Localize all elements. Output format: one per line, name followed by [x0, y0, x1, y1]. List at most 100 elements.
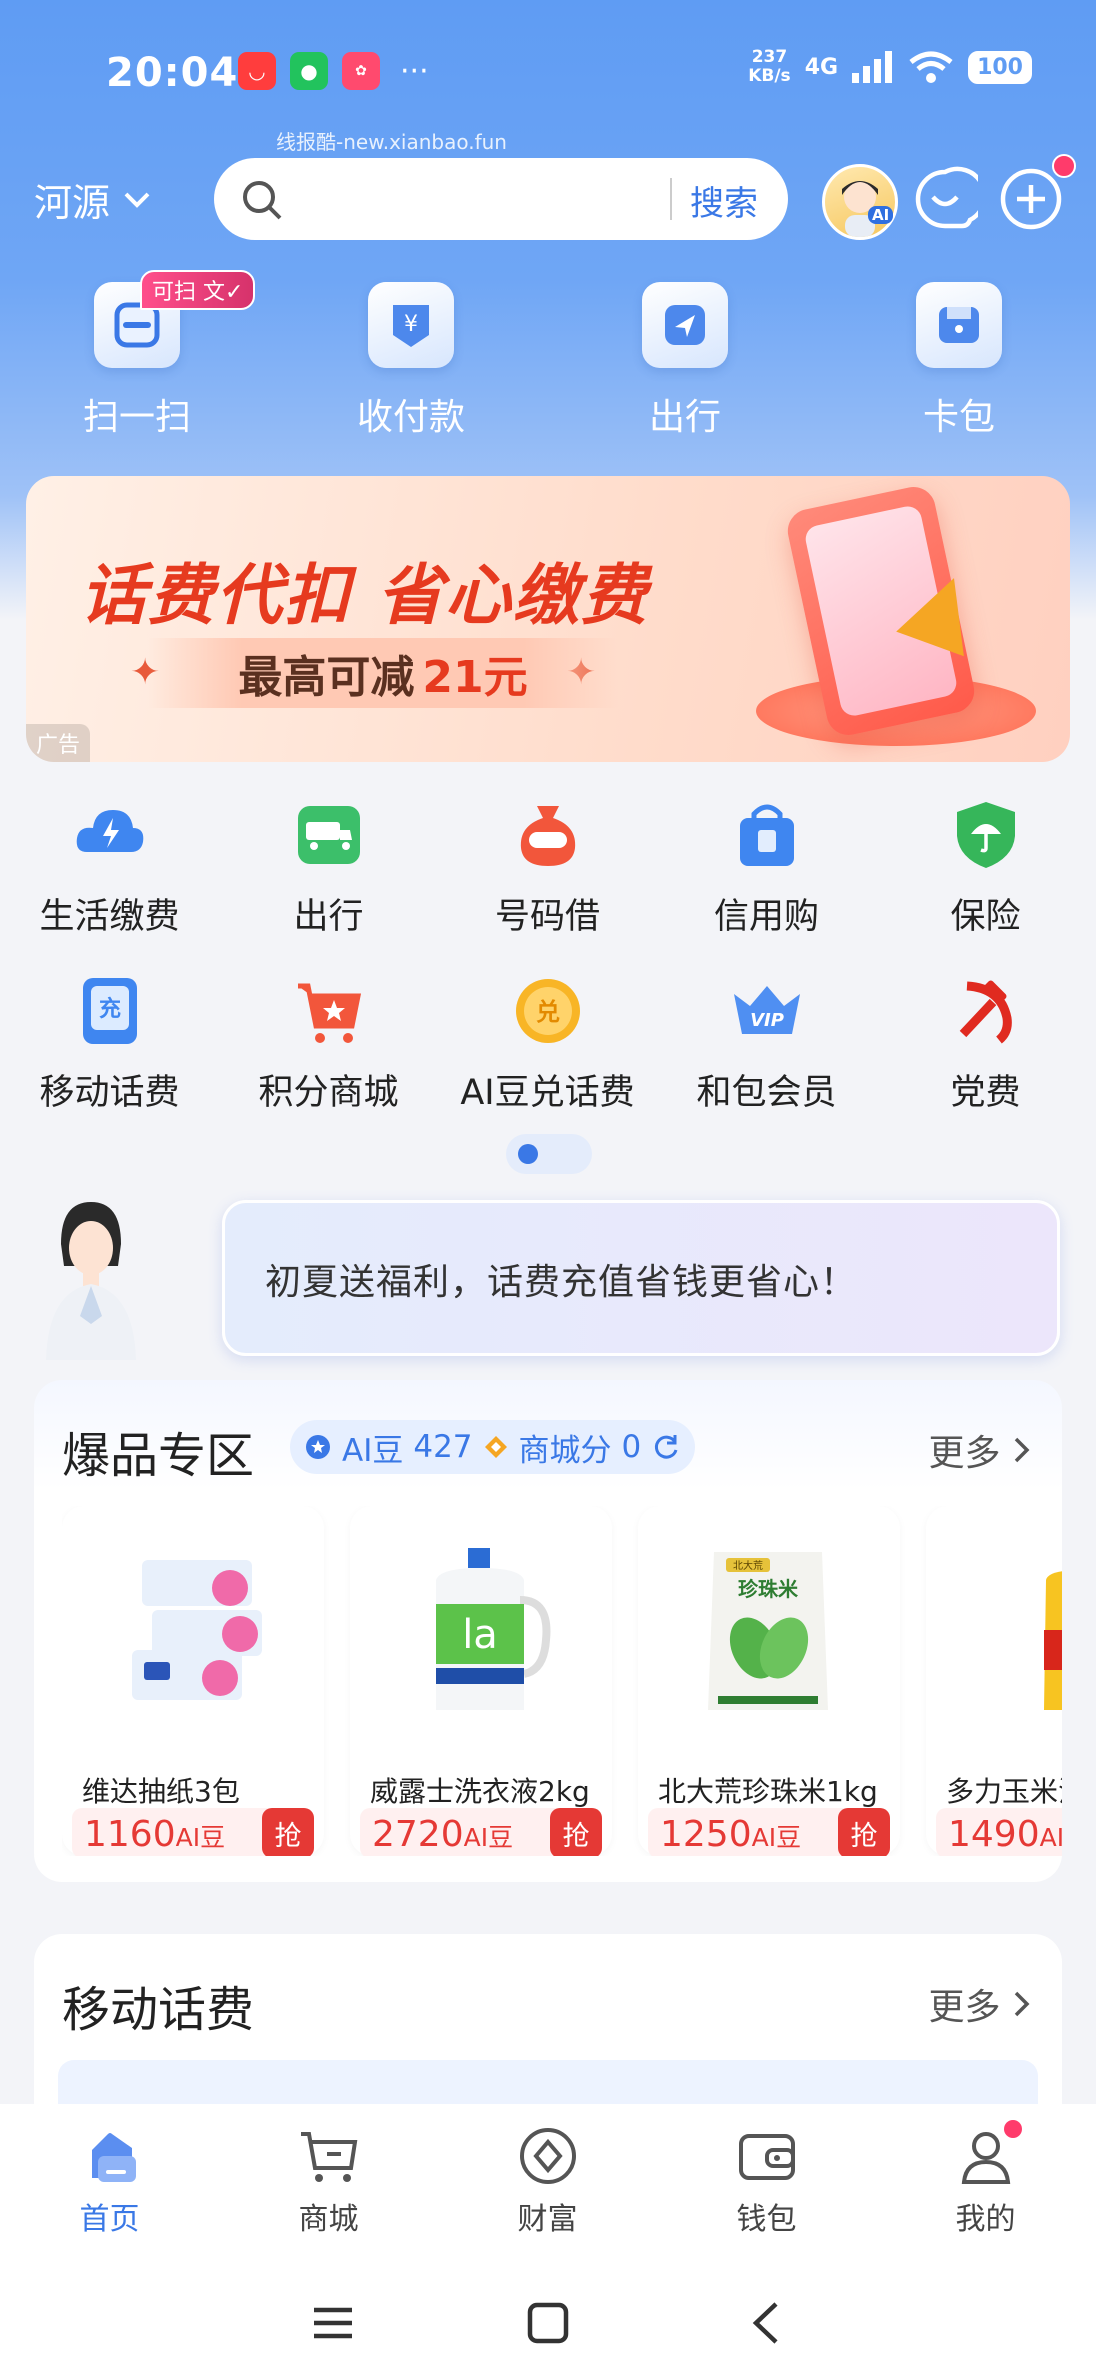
search-bar[interactable]: 搜索 [214, 158, 788, 240]
promo-banner[interactable]: 话费代扣 省心缴费 ✦ ✦ 最高可减21元 广告 [26, 476, 1070, 762]
product-card[interactable]: 维达抽纸3包 1160AI豆 抢 [62, 1506, 324, 1856]
status-notification-icons: ◡ ● ✿ ··· [238, 52, 429, 90]
service-mobile-fee[interactable]: 充 移动话费 [0, 972, 219, 1148]
back-icon[interactable] [746, 2302, 788, 2344]
mobile-fee-more[interactable]: 更多 [929, 1978, 1032, 2030]
exchange-coin-icon: 兑 [509, 972, 587, 1050]
service-life-payment[interactable]: 生活缴费 [0, 796, 219, 972]
chevron-right-icon [1014, 1437, 1030, 1463]
service-label: 党费 [950, 1073, 1021, 1113]
grab-button[interactable]: 抢 [550, 1808, 602, 1856]
net-speed-value: 237 [751, 47, 788, 67]
home-nav-icon[interactable] [527, 2302, 569, 2344]
hot-zone-title: 爆品专区 [62, 1428, 255, 1484]
quick-action-travel[interactable]: 出行 [548, 282, 822, 440]
travel-icon [642, 282, 728, 368]
page-indicator [506, 1134, 592, 1174]
search-divider [670, 178, 672, 220]
search-input[interactable] [294, 176, 658, 222]
tab-wealth[interactable]: 财富 [438, 2104, 657, 2274]
recharge-icon: 充 [71, 972, 149, 1050]
city-name: 河源 [34, 181, 111, 225]
ai-assistant-avatar[interactable] [822, 164, 898, 240]
tab-home[interactable]: 首页 [0, 2104, 219, 2274]
add-icon[interactable] [998, 166, 1064, 232]
service-travel[interactable]: 出行 [219, 796, 438, 972]
network-type: 4G [804, 54, 839, 80]
product-name: 多力玉米油 [946, 1775, 1062, 1808]
ai-tag: AI [868, 206, 894, 224]
tab-label: 首页 [79, 2202, 140, 2237]
price-unit: AI豆 [175, 1823, 226, 1852]
quick-action-scan[interactable]: 可扫 文✓ 扫一扫 [0, 270, 274, 440]
more-label: 更多 [928, 1433, 1001, 1474]
green-truck-icon [290, 796, 368, 874]
grab-button[interactable]: 抢 [838, 1808, 890, 1856]
status-right: 237 KB/s 4G 100 [748, 48, 1032, 86]
assistant-avatar[interactable] [36, 1196, 146, 1360]
tab-mall[interactable]: 商城 [219, 2104, 438, 2274]
hot-zone-more[interactable]: 更多 [929, 1424, 1032, 1476]
cart-icon [300, 2132, 357, 2182]
cloud-payment-icon [71, 796, 149, 874]
service-label: 保险 [950, 897, 1021, 937]
menu-icon[interactable] [312, 2302, 354, 2344]
service-insurance[interactable]: 保险 [876, 796, 1095, 972]
chat-bubble-icon[interactable] [912, 166, 978, 232]
product-name: 维达抽纸3包 [82, 1775, 240, 1808]
svg-text:VIP: VIP [750, 1010, 784, 1031]
product-card[interactable]: 多力玉米油 1490AI豆抢 [926, 1506, 1062, 1856]
tab-wallet[interactable]: 钱包 [657, 2104, 876, 2274]
service-ai-bean-exchange[interactable]: 兑 AI豆兑话费 [438, 972, 657, 1148]
assistant-message-bubble[interactable]: 初夏送福利，话费充值省钱更省心！ [222, 1200, 1060, 1356]
service-hebao-member[interactable]: VIP 和包会员 [657, 972, 876, 1148]
price-value: 2720 [372, 1814, 464, 1855]
city-selector[interactable]: 河源 [34, 172, 152, 227]
mall-points-icon [484, 1436, 507, 1458]
price-unit: AI豆 [751, 1823, 802, 1852]
quick-action-label: 扫一扫 [82, 397, 191, 438]
service-row: 充 移动话费 积分商城 兑 AI豆兑话费 VIP 和包会员 党费 [0, 972, 1096, 1148]
assistant-face-icon [842, 181, 878, 237]
ai-bean-icon [306, 1435, 330, 1459]
price-value: 1160 [84, 1814, 176, 1855]
mascot-app-icon: ✿ [342, 52, 380, 90]
service-points-mall[interactable]: 积分商城 [219, 972, 438, 1148]
search-button[interactable]: 搜索 [690, 176, 758, 225]
grab-button[interactable]: 抢 [262, 1808, 314, 1856]
hot-products-card: 爆品专区 AI豆 427 商城分 0 更多 维达抽纸3包 1160AI豆抢 la… [34, 1380, 1062, 1882]
notification-dot [1004, 2120, 1022, 2138]
message-app-icon: ● [290, 52, 328, 90]
service-label: 积分商城 [258, 1073, 399, 1113]
service-party-fee[interactable]: 党费 [876, 972, 1095, 1148]
rice-name-text: 珍珠米 [738, 1577, 799, 1601]
svg-text:¥: ¥ [404, 312, 418, 337]
product-price: 2720AI豆 抢 [360, 1808, 602, 1856]
tab-label: 我的 [955, 2202, 1016, 2237]
price-value: 1490 [948, 1814, 1040, 1855]
product-card[interactable]: la 威露士洗衣液2kg 2720AI豆 抢 [350, 1506, 612, 1856]
rice-brand-text: 北大荒 [733, 1559, 763, 1572]
product-card[interactable]: 北大荒 珍珠米 北大荒珍珠米1kg 1250AI豆 抢 [638, 1506, 900, 1856]
quick-action-payment[interactable]: ¥ 收付款 [274, 282, 548, 440]
banner-subtitle-text: 最高可减 [238, 652, 415, 703]
price-unit: AI豆 [463, 1823, 514, 1852]
status-time: 20:04 [106, 50, 239, 96]
quick-action-card-wallet[interactable]: 卡包 [822, 282, 1096, 440]
rice-product-image: 北大荒珍珠米 [708, 1552, 828, 1710]
payment-icon: ¥ [368, 282, 454, 368]
svg-text:充: 充 [98, 996, 120, 1022]
tab-mine[interactable]: 我的 [876, 2104, 1095, 2274]
service-label: 信用购 [713, 897, 819, 937]
points-summary[interactable]: AI豆 427 商城分 0 [290, 1420, 696, 1474]
service-credit-buy[interactable]: 信用购 [657, 796, 876, 972]
cart-icon [290, 972, 368, 1050]
product-name: 威露士洗衣液2kg [370, 1775, 590, 1808]
more-notifications-icon: ··· [400, 53, 429, 89]
refresh-icon[interactable] [651, 1432, 681, 1462]
chevron-down-icon [124, 192, 150, 208]
service-label: AI豆兑话费 [460, 1073, 635, 1113]
bottom-tab-bar: 首页 商城 财富 钱包 我的 [0, 2104, 1096, 2274]
service-number-borrow[interactable]: 号码借 [438, 796, 657, 972]
mall-points-value: 0 [621, 1429, 642, 1465]
